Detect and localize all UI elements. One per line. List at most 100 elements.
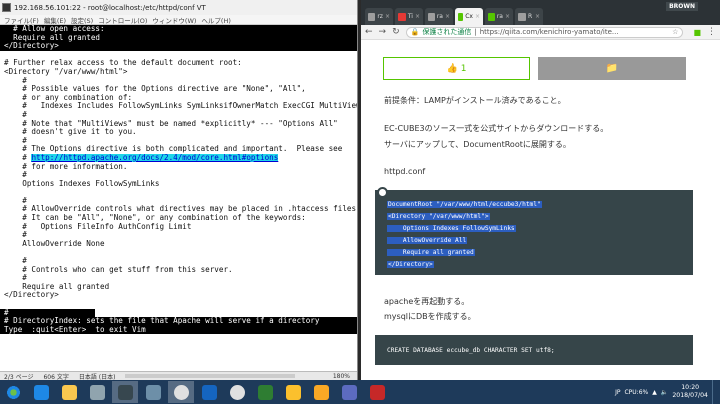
url-text: https://qiita.com/kenichiro-yamato/ite..… xyxy=(479,28,619,36)
terminal-window[interactable]: 192.168.56.101:22 - root@localhost:/etc/… xyxy=(0,0,358,380)
extension-icon[interactable]: ■ xyxy=(693,28,701,37)
apache-docs-link[interactable]: http://httpd.apache.org/docs/2.4/mod/cor… xyxy=(31,153,279,162)
code-block[interactable]: CREATE DATABASE eccube_db CHARACTER SET … xyxy=(375,335,693,365)
terminal-line-prefix: # xyxy=(4,153,32,162)
code-line: Options Indexes FollowSymLinks xyxy=(387,225,516,232)
terminal-line: Options Indexes FollowSymLinks xyxy=(4,179,160,188)
taskbar-app-notes[interactable] xyxy=(280,381,306,403)
network-icon[interactable]: ▲ xyxy=(652,389,657,396)
page-indicator: 2/3 ページ xyxy=(4,373,34,381)
tab-close-icon[interactable]: × xyxy=(505,13,510,20)
menu-file[interactable]: ファイル(F) xyxy=(4,15,39,25)
taskbar-app-vm[interactable] xyxy=(140,381,166,403)
tab-close-icon[interactable]: × xyxy=(445,13,450,20)
menu-setup[interactable]: 設定(S) xyxy=(71,15,93,25)
clock[interactable]: 10:20 2018/07/04 xyxy=(672,384,708,400)
zoom-slider[interactable] xyxy=(125,374,296,378)
taskbar-app-ie[interactable] xyxy=(28,381,54,403)
paragraph: サーバにアップして、DocumentRootに展開する。 xyxy=(384,140,571,149)
paragraph: 前提条件：LAMPがインストール済みであること。 xyxy=(384,96,566,105)
stock-button[interactable]: 📁 xyxy=(538,57,686,80)
code-copy-icon[interactable] xyxy=(377,187,388,198)
terminal-text-area[interactable]: # Allow open access: Require all granted… xyxy=(0,25,358,371)
terminal-line: # AllowOverride controls what directives… xyxy=(4,205,358,214)
terminal-line-link: # http://httpd.apache.org/docs/2.4/mod/c… xyxy=(0,153,357,163)
taskbar-app-chrome[interactable] xyxy=(168,381,194,403)
forward-icon[interactable]: → xyxy=(379,27,387,37)
language-indicator[interactable]: JP xyxy=(615,389,620,396)
chrome-icon xyxy=(173,384,189,400)
browser-window[interactable]: BROWN rz × Ti × ra × Cx × ra × R × ← → ↻ 🔒 保護された通信 … xyxy=(361,0,720,380)
back-icon[interactable]: ← xyxy=(365,27,373,37)
menu-kebab-icon[interactable]: ⋮ xyxy=(707,27,716,37)
terminal-titlebar[interactable]: 192.168.56.101:22 - root@localhost:/etc/… xyxy=(0,0,357,15)
volume-icon[interactable]: 🔈 xyxy=(661,389,668,396)
taskbar-app-app-t[interactable] xyxy=(308,381,334,403)
terminal-line: # DirectoryIndex: sets the file that Apa… xyxy=(0,317,357,326)
browser-tab[interactable]: Cx × xyxy=(455,8,483,25)
tab-close-icon[interactable]: × xyxy=(415,13,420,20)
terminal-line: # It can be "All", "None", or any combin… xyxy=(4,214,306,223)
terminal-line: # for more information. xyxy=(4,162,128,171)
show-desktop-button[interactable] xyxy=(712,380,716,404)
tab-close-icon[interactable]: × xyxy=(475,13,480,20)
terminal-line: # Further relax access to the default do… xyxy=(4,59,242,68)
code-line: Require all granted xyxy=(387,249,475,256)
code-block[interactable]: DocumentRoot "/var/www/html/eccube3/html… xyxy=(375,187,693,275)
taskbar-app-word[interactable] xyxy=(196,381,222,403)
code-line: DocumentRoot "/var/www/html/eccube3/html… xyxy=(387,201,542,208)
terminal-line: # Controls who can get stuff from this s… xyxy=(4,265,233,274)
tab-favicon-icon xyxy=(488,12,495,21)
tab-label: rz xyxy=(377,13,383,20)
start-button[interactable] xyxy=(0,381,26,403)
menu-window[interactable]: ウィンドウ(W) xyxy=(152,15,196,25)
taskbar-apps xyxy=(28,381,392,403)
vim-status-line: Type :quit<Enter> to exit Vim xyxy=(0,325,357,335)
chrome2-icon xyxy=(229,384,245,400)
address-bar[interactable]: 🔒 保護された通信 | https://qiita.com/kenichiro-… xyxy=(405,26,684,38)
app-red-icon xyxy=(369,384,385,400)
like-button[interactable]: 👍 1 xyxy=(383,57,530,80)
taskbar-app-terminal[interactable] xyxy=(112,381,138,403)
tab-label: Ti xyxy=(407,13,413,20)
clock-time: 10:20 xyxy=(681,384,700,391)
menu-edit[interactable]: 編集(E) xyxy=(44,15,66,25)
code-line: CREATE DATABASE eccube_db CHARACTER SET … xyxy=(387,347,555,354)
tab-close-icon[interactable]: × xyxy=(385,13,390,20)
browser-tab[interactable]: rz × xyxy=(365,8,393,25)
code-line: <Directory "/var/www/html"> xyxy=(387,213,490,220)
terminal-line: # doesn't give it to you. xyxy=(4,128,137,137)
ie-icon xyxy=(33,384,49,400)
browser-tab[interactable]: ra × xyxy=(425,8,453,25)
terminal-line: # xyxy=(4,110,27,119)
terminal-line: # xyxy=(4,231,27,240)
browser-tab[interactable]: R × xyxy=(515,8,543,25)
taskbar-app-app-cube[interactable] xyxy=(336,381,362,403)
tab-label: ra xyxy=(496,13,503,20)
tab-label: ra xyxy=(436,13,443,20)
reload-icon[interactable]: ↻ xyxy=(392,27,400,37)
taskbar-app-app-red[interactable] xyxy=(364,381,390,403)
bookmark-star-icon[interactable]: ☆ xyxy=(672,28,678,36)
taskbar-app-mail[interactable] xyxy=(84,381,110,403)
char-count: 606 文字 xyxy=(43,373,69,381)
terminal-line: # xyxy=(4,171,27,180)
browser-tab[interactable]: Ti × xyxy=(395,8,423,25)
terminal-line: # xyxy=(4,136,27,145)
menu-control[interactable]: コントロール(O) xyxy=(98,15,147,25)
terminal-line: Require all granted xyxy=(0,33,357,43)
taskbar-app-explorer[interactable] xyxy=(56,381,82,403)
lock-icon: 🔒 xyxy=(410,28,420,36)
terminal-line: # xyxy=(4,274,27,283)
tab-favicon-icon xyxy=(368,12,376,21)
taskbar-app-chrome2[interactable] xyxy=(224,381,250,403)
browser-tab[interactable]: ra × xyxy=(485,8,513,25)
menu-help[interactable]: ヘルプ(H) xyxy=(201,15,230,25)
language-indicator: 日本語 (日本) xyxy=(78,373,116,381)
profile-badge[interactable]: BROWN xyxy=(666,2,698,11)
terminal-line: </Directory> xyxy=(4,291,59,300)
taskbar-app-excel[interactable] xyxy=(252,381,278,403)
tab-close-icon[interactable]: × xyxy=(535,13,540,20)
tab-favicon-icon xyxy=(428,12,435,21)
